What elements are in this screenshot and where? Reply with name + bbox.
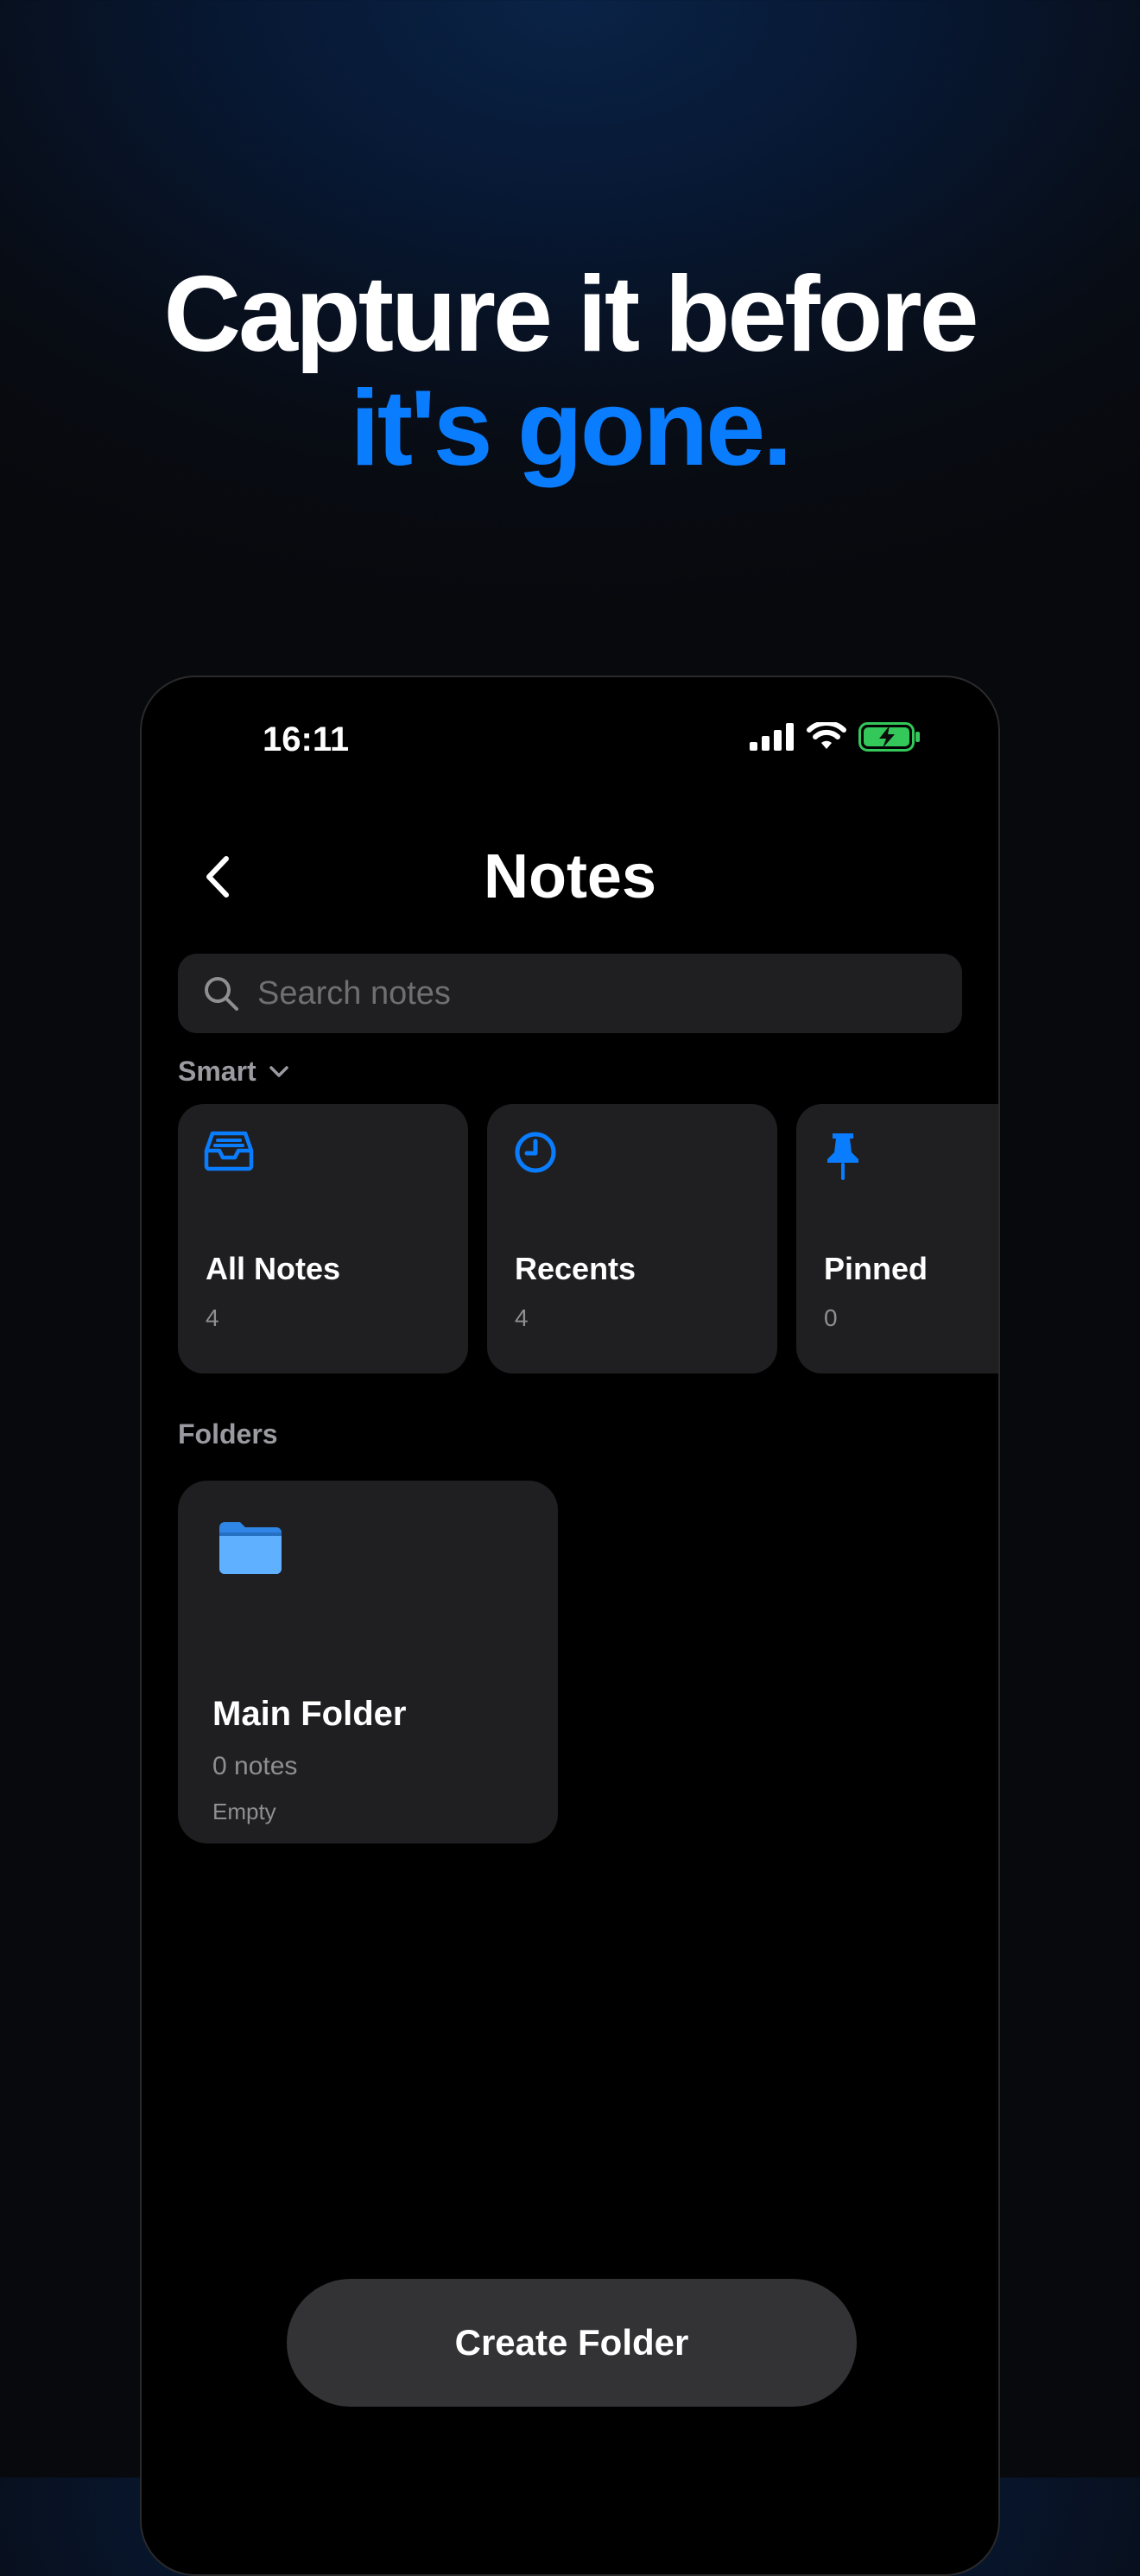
smart-card-recents[interactable]: Recents 4 xyxy=(487,1104,777,1374)
search-input[interactable] xyxy=(256,974,933,1013)
smart-section-toggle[interactable]: Smart xyxy=(178,1056,289,1088)
smart-card-pinned[interactable]: Pinned 0 xyxy=(796,1104,998,1374)
phone-screen: 16:11 Notes Smart xyxy=(140,676,1000,2576)
folders-section-label: Folders xyxy=(178,1418,278,1450)
status-time: 16:11 xyxy=(263,720,350,758)
smart-card-count: 0 xyxy=(824,1304,838,1331)
search-icon xyxy=(205,977,238,1011)
folder-card-main[interactable]: Main Folder 0 notes Empty xyxy=(178,1481,558,1843)
smart-card-label: Pinned xyxy=(824,1251,928,1286)
clock-icon xyxy=(515,1132,556,1173)
battery-charging-icon xyxy=(858,722,920,752)
smart-card-label: Recents xyxy=(515,1251,636,1286)
smart-card-label: All Notes xyxy=(206,1251,341,1286)
smart-card-all-notes[interactable]: All Notes 4 xyxy=(178,1104,468,1374)
chevron-down-icon xyxy=(269,1065,288,1077)
status-icons xyxy=(750,722,921,752)
cellular-signal-icon xyxy=(750,723,794,751)
folder-icon xyxy=(219,1522,282,1574)
hero-headline: Capture it before it's gone. xyxy=(0,257,1140,485)
folder-note-count: 0 notes xyxy=(212,1752,298,1780)
headline-line-1: Capture it before xyxy=(163,255,978,374)
smart-section-label: Smart xyxy=(178,1056,256,1087)
pin-icon xyxy=(827,1133,858,1180)
wifi-icon xyxy=(807,722,846,749)
smart-card-count: 4 xyxy=(515,1304,529,1331)
folder-name: Main Folder xyxy=(212,1695,407,1733)
headline-line-2: it's gone. xyxy=(350,369,792,488)
folder-state: Empty xyxy=(212,1799,276,1824)
create-folder-button[interactable]: Create Folder xyxy=(287,2279,857,2407)
smart-card-count: 4 xyxy=(206,1304,219,1331)
page-title: Notes xyxy=(483,842,657,911)
search-bar[interactable] xyxy=(178,954,962,1033)
tray-icon xyxy=(204,1131,254,1171)
